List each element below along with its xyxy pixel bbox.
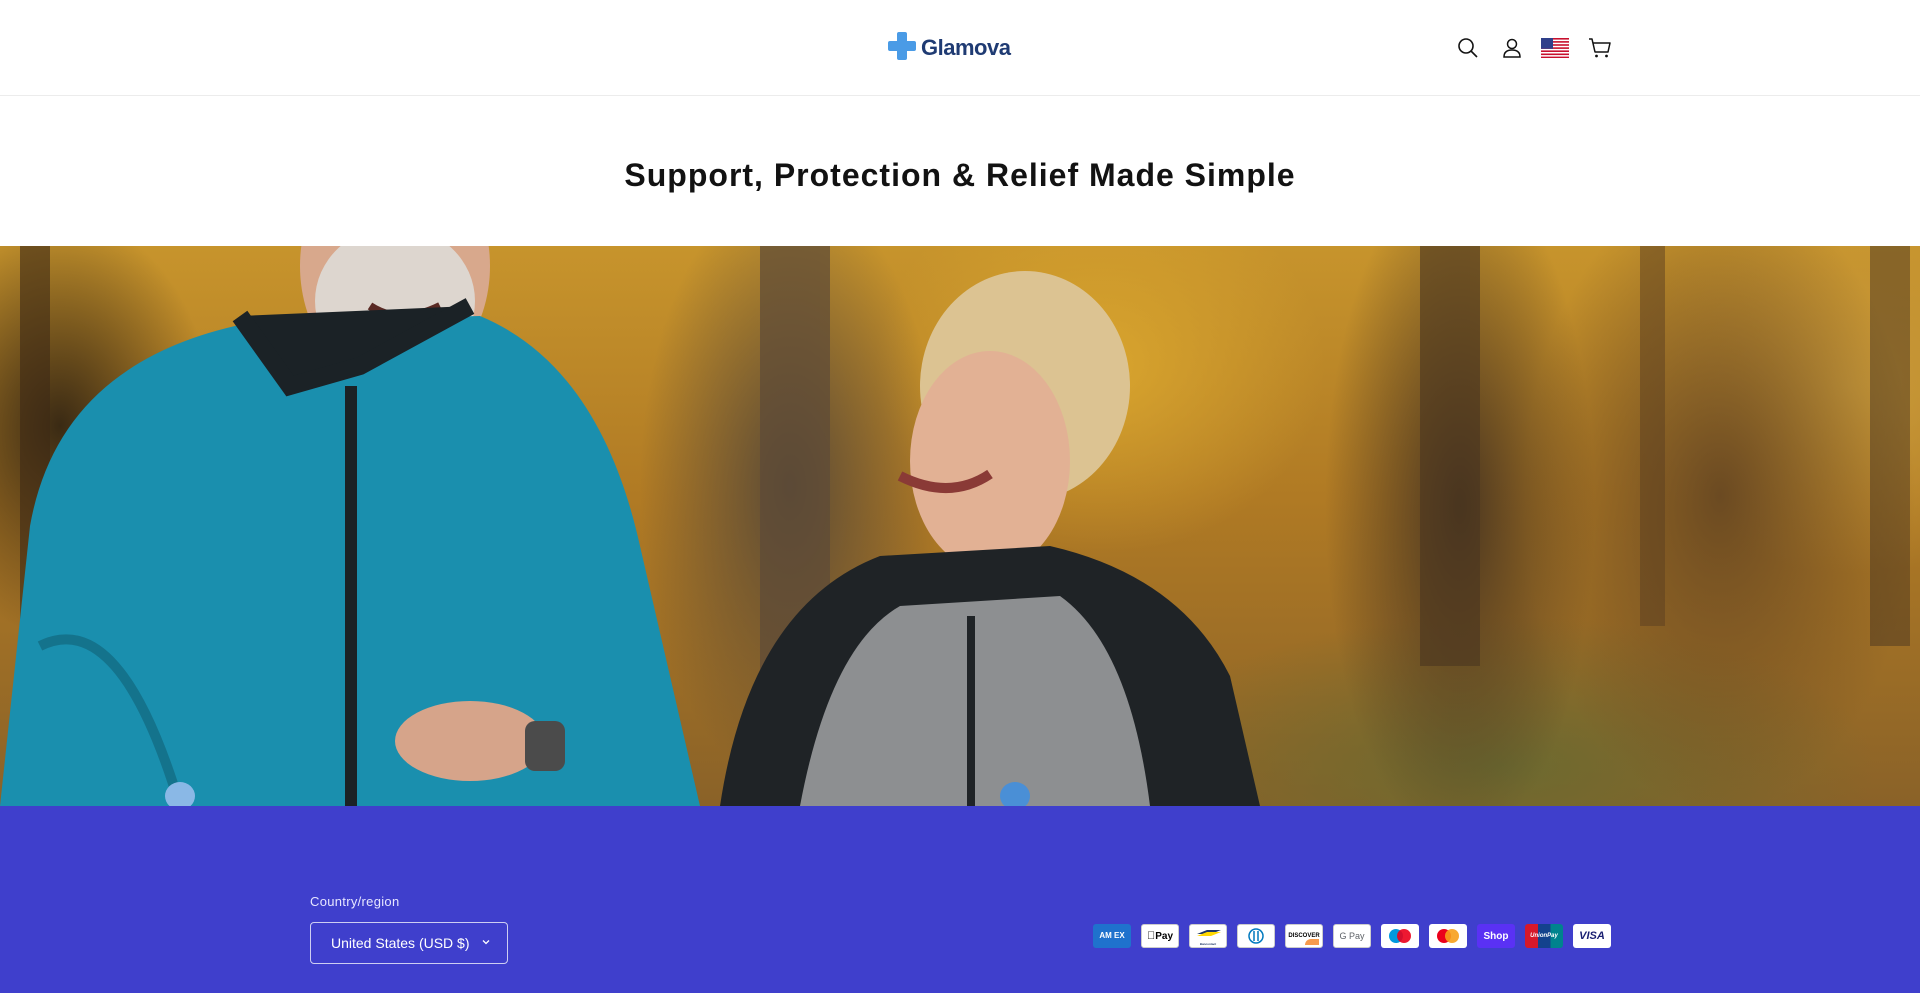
us-flag-icon [1541, 38, 1569, 58]
diners-club-icon: D [1237, 924, 1275, 948]
chevron-down-icon [482, 940, 490, 945]
country-region-select[interactable]: United States (USD $) [310, 922, 508, 964]
cart-icon [1589, 38, 1611, 58]
site-header: Glamova [0, 0, 1920, 96]
unionpay-icon: UnionPay [1525, 924, 1563, 948]
payment-icons-list: AM EX Pay Bancontact D DISCOVER G Pay [1093, 924, 1611, 948]
amex-icon: AM EX [1093, 924, 1131, 948]
site-footer: Country/region United States (USD $) AM … [0, 806, 1920, 993]
search-button[interactable] [1450, 30, 1486, 66]
apple-pay-icon: Pay [1141, 924, 1179, 948]
bancontact-icon: Bancontact [1189, 924, 1227, 948]
google-pay-icon: G Pay [1333, 924, 1371, 948]
title-section: Support, Protection & Relief Made Simple [0, 96, 1920, 246]
mastercard-icon [1429, 924, 1467, 948]
hero-image [0, 246, 1920, 806]
country-region-value: United States (USD $) [331, 935, 470, 951]
account-icon [1503, 38, 1521, 58]
cart-button[interactable] [1582, 30, 1618, 66]
maestro-icon [1381, 924, 1419, 948]
logo-text: Glamova [921, 35, 1011, 60]
page-title: Support, Protection & Relief Made Simple [624, 156, 1296, 193]
logo-cross-icon [887, 31, 917, 66]
country-region-label: Country/region [310, 894, 400, 909]
search-icon [1458, 38, 1478, 58]
country-flag-button[interactable] [1537, 30, 1573, 66]
account-button[interactable] [1494, 30, 1530, 66]
visa-icon: VISA [1573, 924, 1611, 948]
logo-link[interactable]: Glamova [887, 31, 1011, 66]
discover-icon: DISCOVER [1285, 924, 1323, 948]
shop-pay-icon: Shop [1477, 924, 1515, 948]
